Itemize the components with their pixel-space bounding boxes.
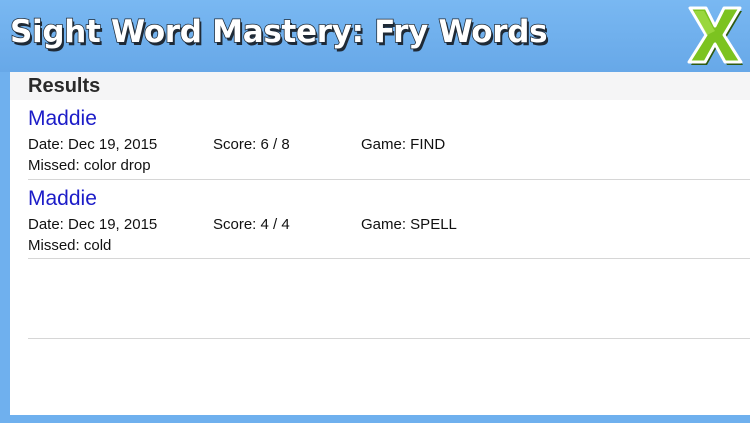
- result-row[interactable]: Maddie Date: Dec 19, 2015 Score: 4 / 4 G…: [28, 180, 750, 259]
- close-button[interactable]: [686, 4, 744, 66]
- top-bar: Sight Word Mastery: Fry Words: [0, 0, 750, 72]
- result-date: Date: Dec 19, 2015: [28, 136, 158, 153]
- results-title: Results: [28, 75, 101, 97]
- student-name[interactable]: Maddie: [28, 187, 97, 211]
- result-score: Score: 4 / 4: [213, 216, 290, 233]
- results-panel: Results Maddie Date: Dec 19, 2015 Score:…: [10, 72, 750, 415]
- close-x-icon: [687, 6, 743, 65]
- result-missed: Missed: cold: [28, 237, 112, 254]
- result-row[interactable]: Maddie Date: Dec 19, 2015 Score: 6 / 8 G…: [28, 100, 750, 180]
- result-score: Score: 6 / 8: [213, 136, 290, 153]
- result-game: Game: FIND: [361, 136, 446, 153]
- empty-row: [28, 259, 750, 339]
- app-title: Sight Word Mastery: Fry Words: [9, 13, 548, 51]
- result-missed: Missed: color drop: [28, 157, 151, 174]
- result-game: Game: SPELL: [361, 216, 457, 233]
- student-name[interactable]: Maddie: [28, 107, 97, 131]
- results-header: Results: [10, 72, 750, 100]
- result-date: Date: Dec 19, 2015: [28, 216, 158, 233]
